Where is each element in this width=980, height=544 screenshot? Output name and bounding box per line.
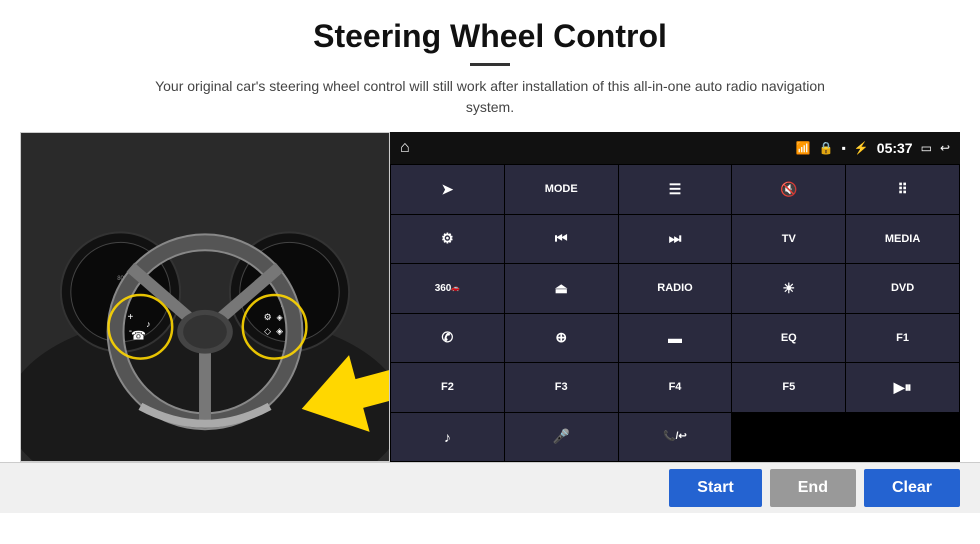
svg-text:☎: ☎ (131, 329, 146, 343)
svg-text:⚙: ⚙ (264, 312, 272, 322)
btn-radio[interactable]: RADIO (619, 264, 732, 313)
end-button[interactable]: End (770, 469, 856, 507)
btn-music[interactable]: ♪ (391, 413, 504, 462)
btn-list[interactable]: ☰ (619, 165, 732, 214)
clear-button[interactable]: Clear (864, 469, 960, 507)
button-grid: ➤ MODE ☰ 🔇 ⠿ ⚙ ⏮ ⏭ TV MEDIA 360🚗 ⏏ RADIO… (390, 164, 960, 462)
btn-f1[interactable]: F1 (846, 314, 959, 363)
btn-f4[interactable]: F4 (619, 363, 732, 412)
btn-mic[interactable]: 🎤 (505, 413, 618, 462)
btn-dvd[interactable]: DVD (846, 264, 959, 313)
btn-prev[interactable]: ⏮ (505, 215, 618, 264)
page-title: Steering Wheel Control (0, 0, 980, 59)
btn-send[interactable]: ➤ (391, 165, 504, 214)
sd-icon: ▪ (842, 141, 846, 155)
btn-f2[interactable]: F2 (391, 363, 504, 412)
steering-wheel-image: 60 80 2000 + - ♪ (20, 132, 390, 462)
lock-icon: 🔒 (819, 141, 834, 155)
svg-text:◈: ◈ (276, 313, 283, 322)
start-button[interactable]: Start (669, 469, 761, 507)
bt-icon: ⚡ (854, 141, 869, 155)
btn-mode[interactable]: MODE (505, 165, 618, 214)
screen-icon[interactable]: ▭ (921, 141, 932, 155)
subtitle: Your original car's steering wheel contr… (150, 76, 830, 118)
btn-nav[interactable]: ⊕ (505, 314, 618, 363)
topbar-right: 📶 🔒 ▪ ⚡ 05:37 ▭ ↩ (796, 140, 950, 156)
btn-360[interactable]: 360🚗 (391, 264, 504, 313)
btn-playpause[interactable]: ▶⏸ (846, 363, 959, 412)
svg-text:◇: ◇ (264, 326, 271, 336)
btn-call[interactable]: 📞/↩ (619, 413, 732, 462)
btn-tv[interactable]: TV (732, 215, 845, 264)
btn-media[interactable]: MEDIA (846, 215, 959, 264)
btn-brightness[interactable]: ☀ (732, 264, 845, 313)
btn-settings[interactable]: ⚙ (391, 215, 504, 264)
btn-apps[interactable]: ⠿ (846, 165, 959, 214)
back-icon[interactable]: ↩ (940, 141, 950, 155)
control-panel: ⌂ 📶 🔒 ▪ ⚡ 05:37 ▭ ↩ ➤ MODE ☰ 🔇 ⠿ ⚙ ⏮ ⏭ T… (390, 132, 960, 462)
svg-text:+: + (128, 312, 134, 323)
wifi-icon: 📶 (796, 141, 811, 155)
svg-text:◈: ◈ (276, 326, 283, 336)
btn-screen[interactable]: ▬ (619, 314, 732, 363)
btn-f5[interactable]: F5 (732, 363, 845, 412)
btn-mute[interactable]: 🔇 (732, 165, 845, 214)
bottom-bar: Start End Clear (0, 462, 980, 513)
home-icon[interactable]: ⌂ (400, 139, 410, 157)
btn-phone[interactable]: ✆ (391, 314, 504, 363)
btn-f3[interactable]: F3 (505, 363, 618, 412)
btn-next[interactable]: ⏭ (619, 215, 732, 264)
btn-eject[interactable]: ⏏ (505, 264, 618, 313)
time-display: 05:37 (877, 140, 913, 156)
panel-topbar: ⌂ 📶 🔒 ▪ ⚡ 05:37 ▭ ↩ (390, 132, 960, 164)
svg-text:♪: ♪ (146, 319, 150, 329)
btn-eq[interactable]: EQ (732, 314, 845, 363)
title-divider (470, 63, 510, 66)
